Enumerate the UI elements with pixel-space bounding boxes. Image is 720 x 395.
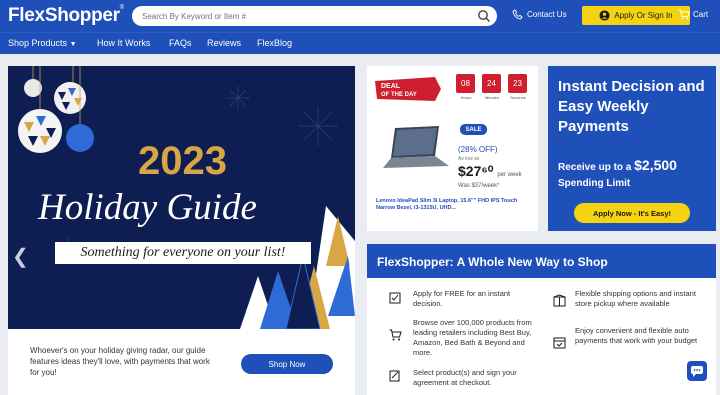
nav-shop-products[interactable]: Shop Products ▼ [8, 38, 77, 48]
contact-us-link[interactable]: Contact Us [512, 9, 567, 20]
deal-of-the-day-badge: DEAL OF THE DAY [375, 77, 441, 101]
calendar-icon [553, 337, 566, 349]
svg-text:OF THE DAY: OF THE DAY [381, 92, 417, 98]
chat-button[interactable] [687, 361, 707, 381]
search-bar [132, 6, 497, 26]
spending-limit-text: Receive up to a $2,500 Spending Limit [558, 157, 677, 189]
shop-now-button[interactable]: Shop Now [241, 354, 333, 374]
phone-icon [512, 9, 523, 20]
hero-title: Holiday Guide [38, 187, 257, 228]
shipping-box-icon [553, 294, 566, 307]
search-icon[interactable] [477, 9, 491, 23]
main-nav: Shop Products ▼ How It Works FAQs Review… [0, 32, 720, 54]
deal-as-low-as: As low as [458, 156, 480, 162]
chat-icon [691, 366, 703, 377]
deal-was-price: Was $37/week* [458, 183, 500, 189]
deal-per-week: per week [497, 172, 522, 178]
apply-or-sign-in-button[interactable]: Apply Or Sign In [582, 6, 690, 25]
chevron-down-icon: ▼ [69, 41, 77, 48]
deal-discount: (28% OFF) [458, 145, 498, 154]
whole-new-way-panel: FlexShopper: A Whole New Way to Shop App… [367, 244, 716, 395]
hero-subtitle: Something for everyone on your list! [55, 242, 311, 264]
deal-product-name[interactable]: Lenovo IdeaPad Slim 3i Laptop, 15.6"" FH… [376, 198, 534, 212]
user-icon [599, 10, 610, 21]
timer-seconds: 23 [508, 74, 527, 93]
carousel-prev-arrow[interactable]: ❮ [12, 244, 29, 269]
timer-hours: 08 [456, 74, 475, 93]
feature-browse-products: Browse over 100,000 products from leadin… [413, 318, 532, 357]
timer-minutes: 24 [482, 74, 501, 93]
feature-auto-payments: Enjoy convenient and flexible auto payme… [575, 326, 698, 345]
whole-new-way-title: FlexShopper: A Whole New Way to Shop [367, 244, 716, 278]
sign-agreement-icon [389, 370, 400, 382]
svg-text:DEAL: DEAL [381, 83, 401, 90]
nav-faqs[interactable]: FAQs [169, 38, 192, 48]
nav-reviews[interactable]: Reviews [207, 38, 241, 48]
holiday-hero-banner[interactable]: 2023 Holiday Guide Something for everyon… [8, 66, 355, 329]
cart-icon [389, 329, 402, 341]
timer-minutes-label: Minutes [484, 95, 499, 100]
timer-seconds-label: Seconds [510, 95, 526, 100]
deal-price: $27⁶⁰ per week [458, 163, 522, 179]
laptop-product-image[interactable] [377, 124, 449, 170]
feature-select-sign: Select product(s) and sign your agreemen… [413, 368, 517, 387]
feature-flexible-shipping: Flexible shipping options and instant st… [575, 289, 696, 308]
sale-badge: SALE [460, 124, 487, 135]
contact-us-label: Contact Us [527, 10, 567, 19]
flexshopper-logo[interactable]: FlexShopper® [8, 5, 124, 27]
cart-link[interactable]: Cart [678, 9, 708, 20]
cart-icon [678, 9, 690, 20]
hero-body-text: Whoever's on your holiday giving radar, … [30, 346, 210, 377]
feature-apply-free: Apply for FREE for an instant decision. [413, 289, 511, 308]
search-input[interactable] [142, 9, 462, 23]
instant-decision-title: Instant Decision and Easy Weekly Payment… [558, 78, 705, 135]
top-header: FlexShopper® Contact Us Apply Or Sign In… [0, 0, 720, 32]
year-2023-text: 2023 [138, 139, 227, 183]
nav-how-it-works[interactable]: How It Works [97, 38, 150, 48]
nav-flexblog[interactable]: FlexBlog [257, 38, 292, 48]
deal-of-the-day-card[interactable]: DEAL OF THE DAY 08 24 23 Hours Minutes S… [367, 66, 538, 231]
checklist-icon [389, 292, 401, 304]
apply-now-button[interactable]: Apply Now - It's Easy! [574, 203, 690, 223]
apply-or-sign-in-label: Apply Or Sign In [614, 11, 673, 20]
cart-label: Cart [693, 10, 709, 19]
timer-hours-label: Hours [460, 95, 472, 100]
